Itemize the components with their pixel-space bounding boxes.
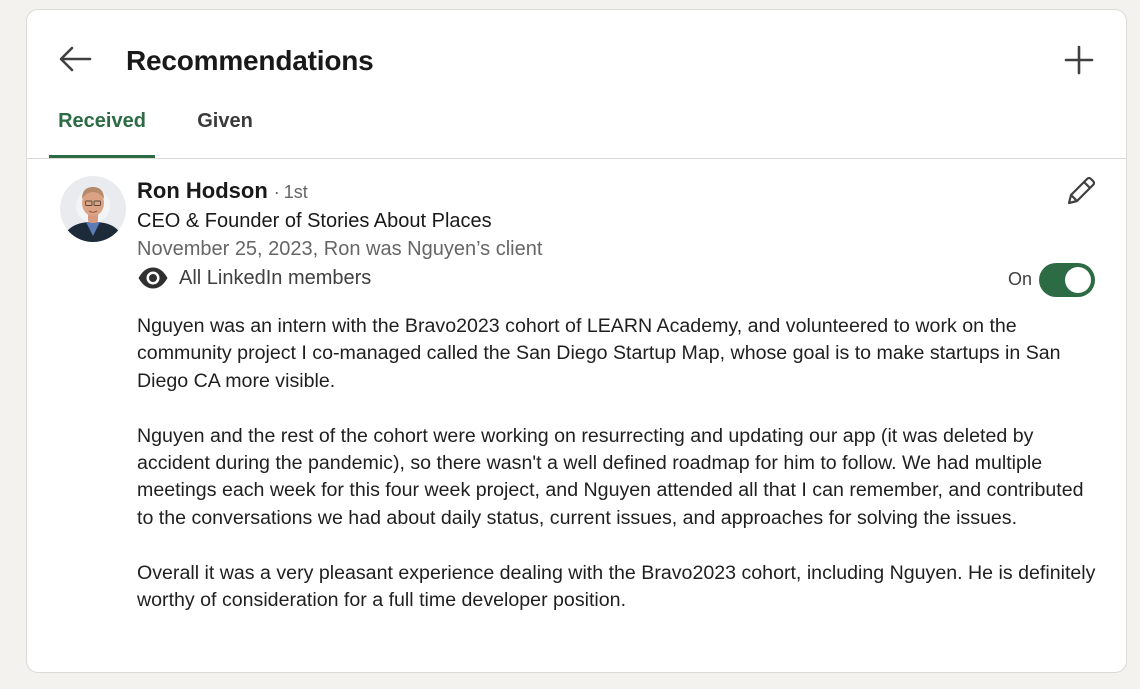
- recommendation-paragraph: Nguyen was an intern with the Bravo2023 …: [137, 315, 1061, 392]
- connection-degree: 1st: [283, 182, 308, 202]
- edit-recommendation-button[interactable]: [1063, 175, 1097, 209]
- profile-photo: [60, 176, 126, 242]
- recommendation-relation: November 25, 2023, Ron was Nguyen’s clie…: [137, 238, 543, 260]
- eye-icon: [138, 267, 168, 289]
- recommendations-card: Recommendations Received Given Ron Hodso…: [26, 9, 1127, 673]
- tab-received[interactable]: Received: [49, 105, 155, 158]
- avatar[interactable]: [60, 176, 126, 242]
- recommendation-text: Nguyen was an intern with the Bravo2023 …: [137, 313, 1097, 642]
- visibility-label: All LinkedIn members: [179, 266, 372, 289]
- visibility-toggle-label: On: [1008, 269, 1033, 289]
- add-recommendation-button[interactable]: [1063, 44, 1095, 76]
- tab-bar: Received Given: [49, 105, 295, 158]
- plus-icon: [1064, 45, 1094, 75]
- visibility-toggle[interactable]: [1039, 263, 1095, 297]
- recommendation-paragraph: Nguyen and the rest of the cohort were w…: [137, 424, 1084, 529]
- toggle-knob: [1065, 267, 1091, 293]
- tab-divider: [27, 158, 1126, 159]
- recommender-headline: CEO & Founder of Stories About Places: [137, 210, 492, 232]
- recommender-row: Ron Hodson · 1st: [137, 178, 308, 204]
- recommender-name[interactable]: Ron Hodson: [137, 178, 268, 204]
- visibility-info: All LinkedIn members: [137, 266, 371, 290]
- recommendation-paragraph: Overall it was a very pleasant experienc…: [137, 561, 1096, 612]
- page-title: Recommendations: [126, 45, 374, 76]
- pencil-icon: [1067, 176, 1096, 205]
- degree-separator: ·: [273, 182, 280, 202]
- back-button[interactable]: [57, 43, 93, 75]
- tab-given[interactable]: Given: [155, 105, 295, 158]
- arrow-left-icon: [59, 46, 92, 72]
